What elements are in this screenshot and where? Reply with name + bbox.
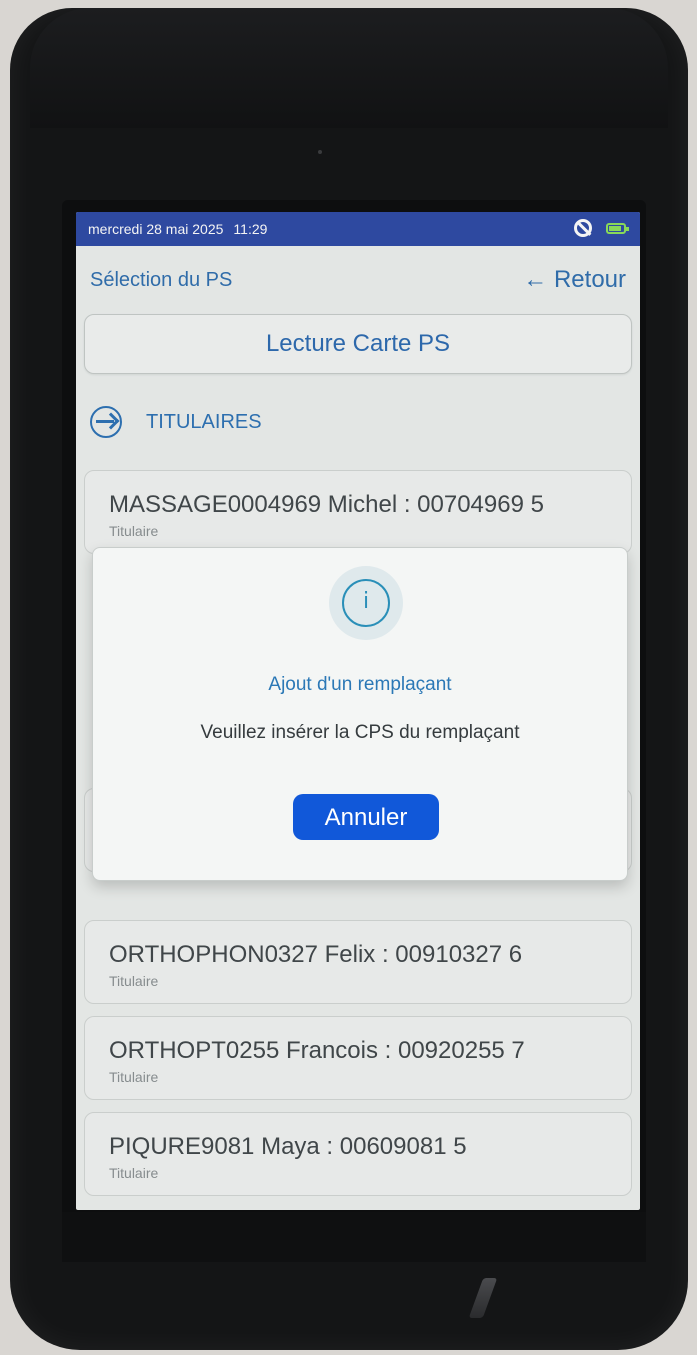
device-bottom-bezel [62, 1212, 646, 1262]
device-top-edge [30, 8, 668, 128]
info-icon: i [342, 579, 390, 627]
add-substitute-dialog: i Ajout d'un remplaçant Veuillez insérer… [92, 547, 628, 881]
cancel-button[interactable]: Annuler [293, 794, 439, 840]
dialog-title: Ajout d'un remplaçant [268, 674, 452, 695]
dialog-message: Veuillez insérer la CPS du remplaçant [200, 722, 520, 743]
screen: mercredi 28 mai 2025 11:29 Sélection du … [76, 212, 640, 1210]
camera-dot [318, 150, 322, 154]
info-icon-ring: i [329, 566, 403, 640]
